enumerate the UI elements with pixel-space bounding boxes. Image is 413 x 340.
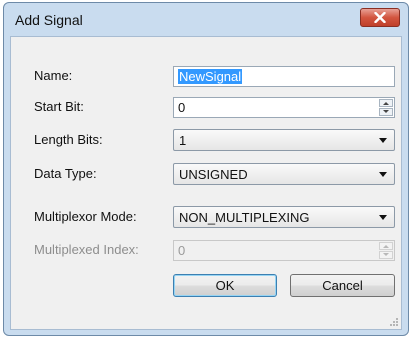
- spin-down-button[interactable]: [379, 108, 393, 116]
- multiplexor-mode-value: NON_MULTIPLEXING: [179, 210, 310, 225]
- dropdown-arrow-icon: [379, 215, 387, 220]
- length-bits-value: 1: [179, 133, 187, 148]
- multiplexed-index-value: 0: [178, 243, 186, 258]
- spin-up-button[interactable]: [379, 99, 393, 107]
- dialog-content: Name: NewSignal Start Bit: 0 Length Bits…: [10, 36, 402, 330]
- length-bits-label: Length Bits:: [34, 132, 103, 147]
- start-bit-value: 0: [178, 100, 186, 115]
- dropdown-arrow-icon: [379, 138, 387, 143]
- length-bits-select[interactable]: 1: [173, 129, 395, 151]
- spin-up-icon: [383, 245, 389, 248]
- multiplexor-mode-select[interactable]: NON_MULTIPLEXING: [173, 206, 395, 228]
- close-icon: [374, 12, 386, 23]
- data-type-value: UNSIGNED: [179, 167, 248, 182]
- resize-grip-icon[interactable]: [389, 317, 399, 327]
- name-field[interactable]: NewSignal: [173, 66, 395, 87]
- spin-up-icon: [383, 102, 389, 105]
- close-button[interactable]: [360, 8, 400, 27]
- cancel-button[interactable]: Cancel: [290, 274, 395, 297]
- data-type-label: Data Type:: [34, 166, 97, 181]
- name-value: NewSignal: [178, 69, 243, 84]
- start-bit-field[interactable]: 0: [173, 97, 395, 118]
- name-label: Name:: [34, 68, 73, 83]
- dialog-title: Add Signal: [15, 12, 83, 28]
- multiplexed-index-label: Multiplexed Index:: [34, 242, 139, 257]
- spin-down-icon: [383, 253, 389, 256]
- dropdown-arrow-icon: [379, 172, 387, 177]
- data-type-select[interactable]: UNSIGNED: [173, 163, 395, 185]
- add-signal-dialog: Add Signal Name: NewSignal Start Bit: 0: [3, 2, 409, 336]
- spin-down-button-disabled: [379, 251, 393, 259]
- start-bit-label: Start Bit:: [34, 99, 84, 114]
- title-bar[interactable]: Add Signal: [4, 3, 408, 36]
- spin-down-icon: [383, 110, 389, 113]
- start-bit-spinner: [379, 99, 393, 116]
- spin-up-button-disabled: [379, 242, 393, 250]
- multiplexor-mode-label: Multiplexor Mode:: [34, 209, 137, 224]
- multiplexed-index-field: 0: [173, 240, 395, 261]
- ok-button[interactable]: OK: [173, 274, 277, 297]
- multiplexed-index-spinner: [379, 242, 393, 259]
